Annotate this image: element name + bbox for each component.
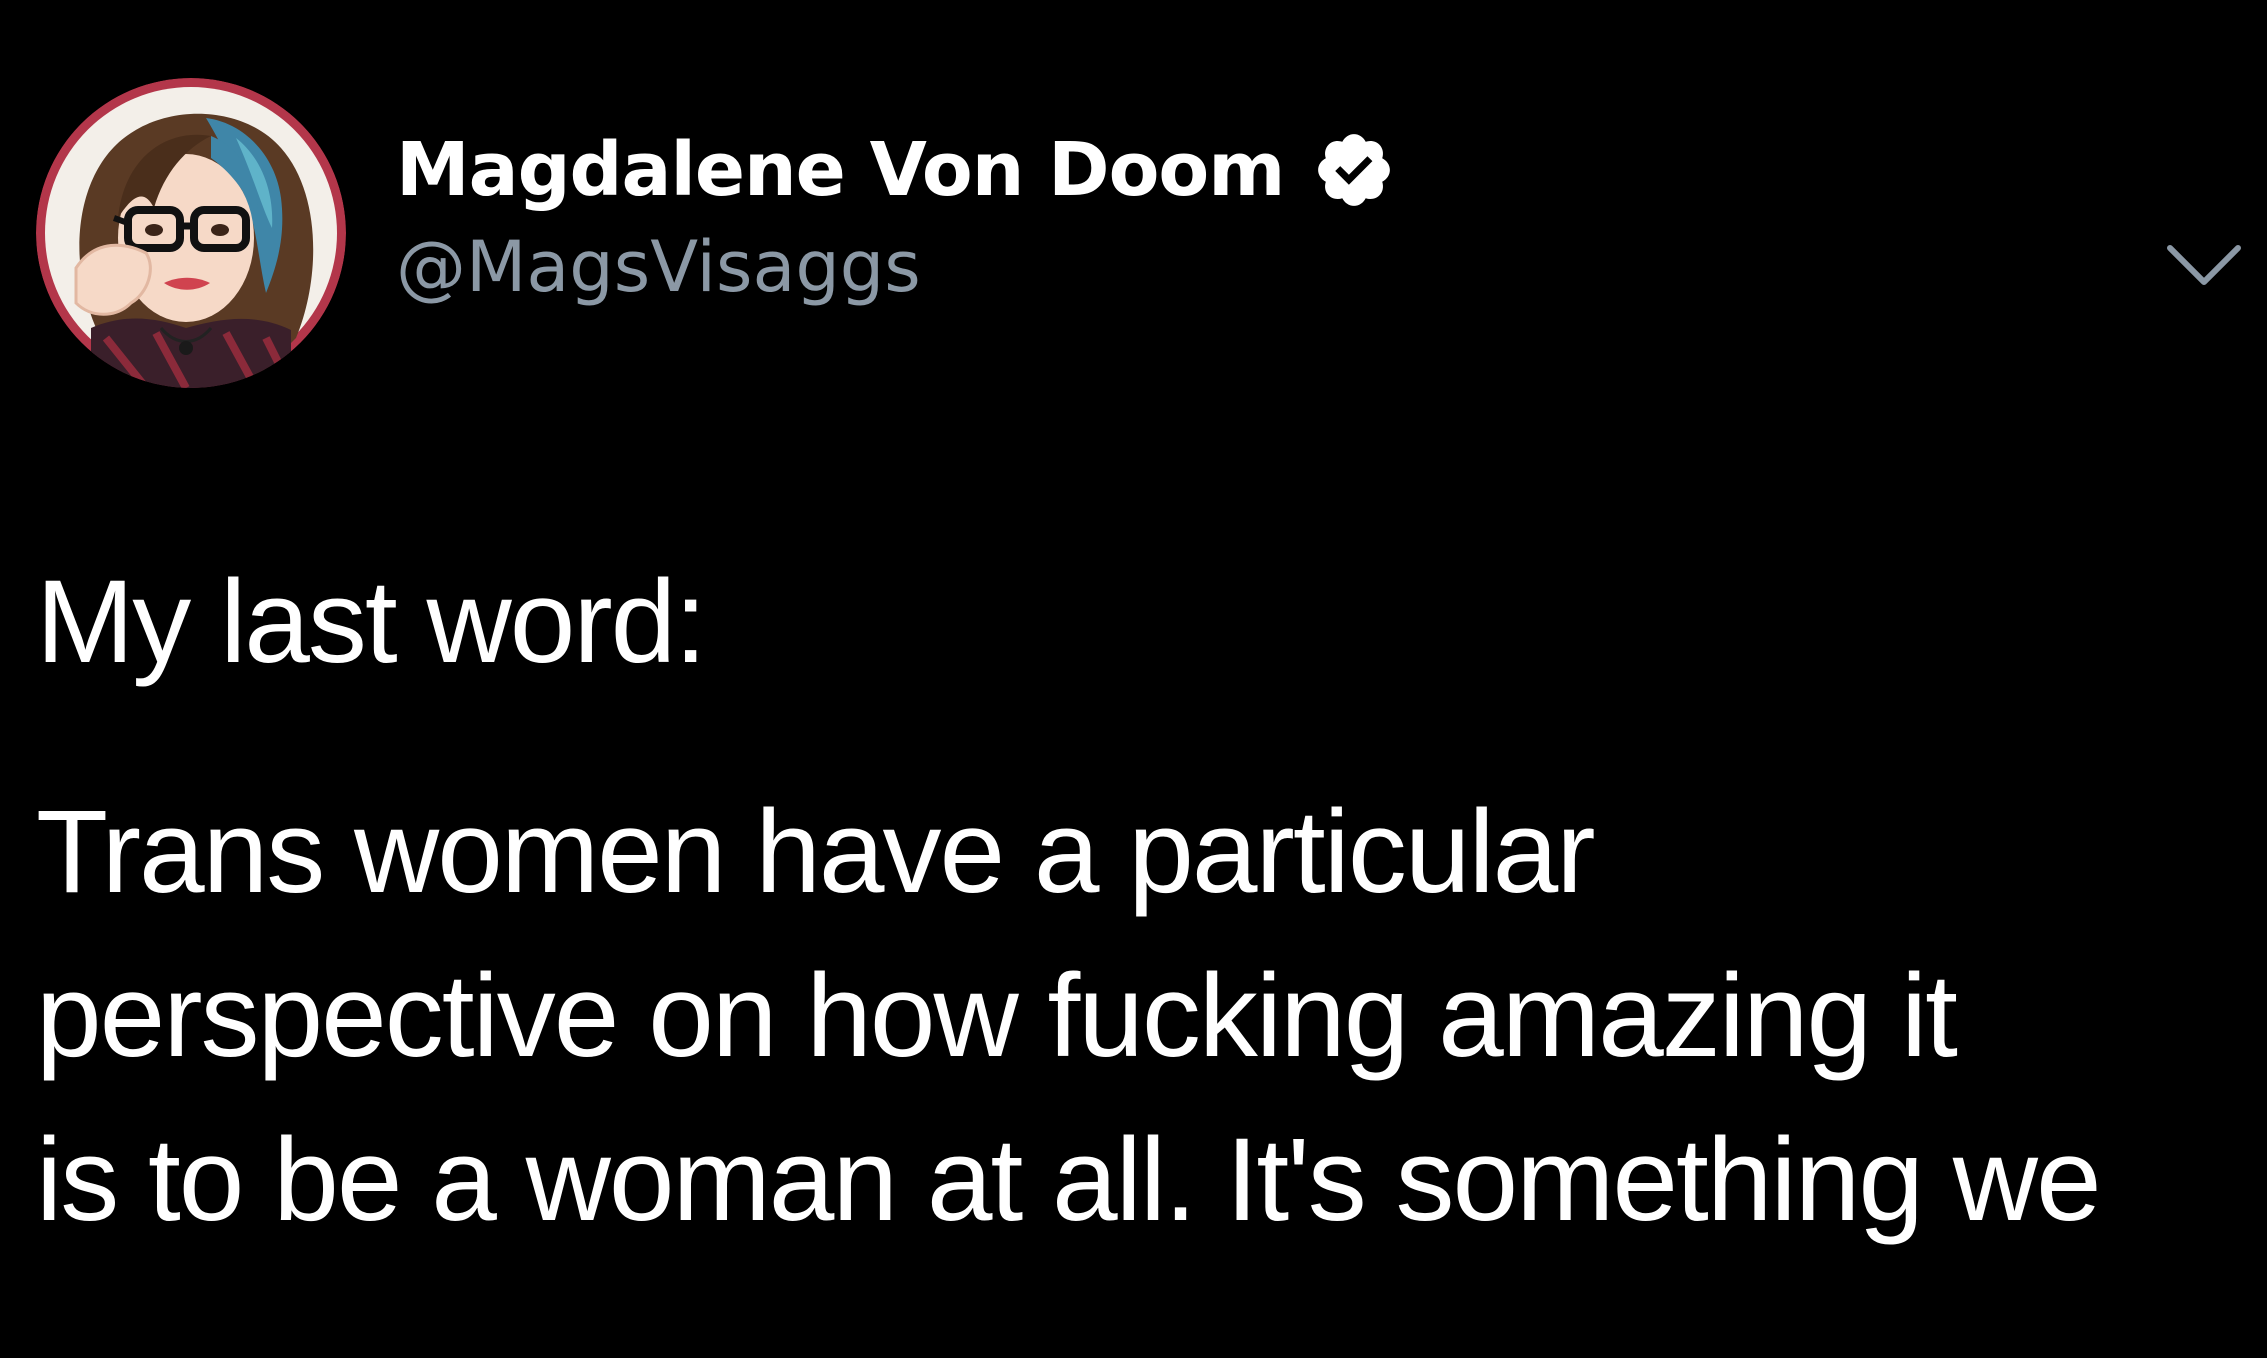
avatar-illustration xyxy=(36,78,346,388)
user-names: Magdalene Von Doom @MagsVisaggs xyxy=(396,118,1896,308)
chevron-down-icon[interactable] xyxy=(2164,238,2244,294)
verified-badge-icon xyxy=(1312,128,1396,212)
tweet-text-paragraph: Trans women have a particular perspectiv… xyxy=(36,786,2102,1246)
tweet-text: My last word: Trans women have a particu… xyxy=(36,540,2236,1262)
display-name-row: Magdalene Von Doom xyxy=(396,118,1896,222)
avatar[interactable] xyxy=(36,78,346,388)
tweet-header: Magdalene Von Doom @MagsVisaggs xyxy=(36,78,2241,388)
user-handle[interactable]: @MagsVisaggs xyxy=(396,226,1896,308)
tweet-text-line: My last word: xyxy=(36,556,707,688)
tweet: Magdalene Von Doom @MagsVisaggs My last … xyxy=(0,0,2267,1358)
display-name[interactable]: Magdalene Von Doom xyxy=(396,127,1285,213)
